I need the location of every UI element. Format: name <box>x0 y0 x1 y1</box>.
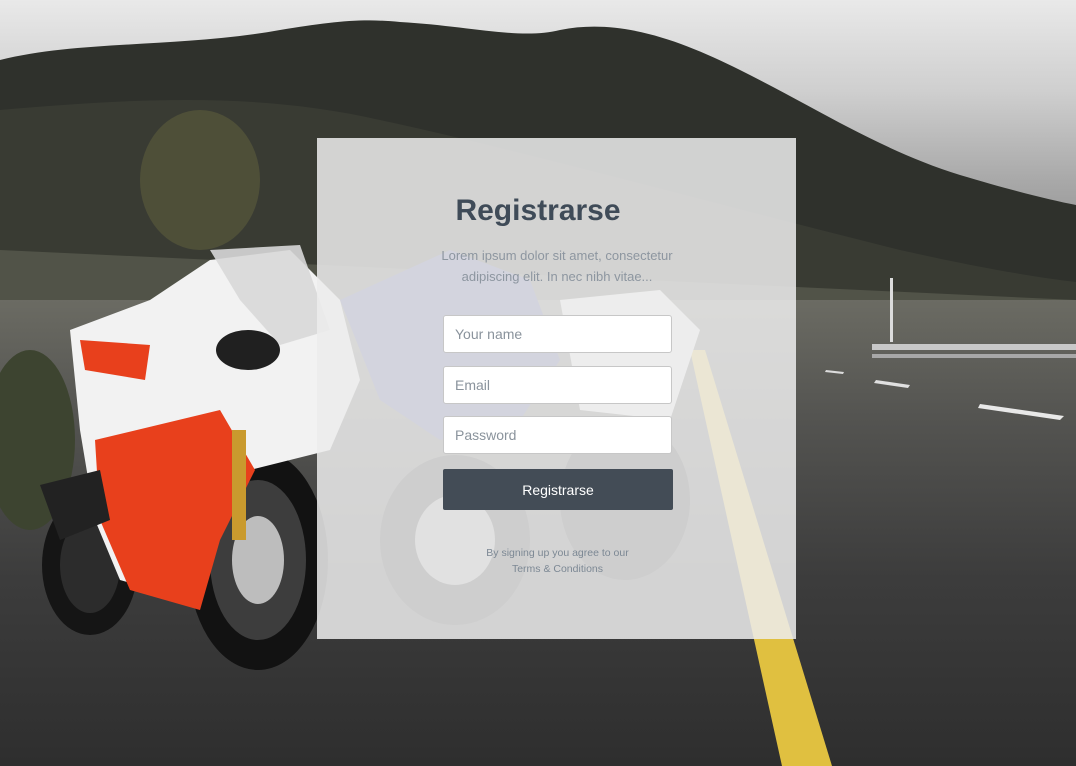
terms-notice: By signing up you agree to our Terms & C… <box>443 545 672 577</box>
road-dash <box>978 404 1064 420</box>
road-dash <box>825 370 844 374</box>
utility-pole <box>890 278 893 342</box>
terms-prefix-text: By signing up you agree to our <box>486 547 629 559</box>
register-button[interactable]: Registrarse <box>443 469 673 510</box>
password-input[interactable] <box>443 416 672 454</box>
road-dash <box>874 380 910 388</box>
form-title: Registrarse <box>455 194 621 227</box>
tree <box>140 110 260 250</box>
name-input[interactable] <box>443 315 672 353</box>
email-input[interactable] <box>443 366 672 404</box>
motorcycle <box>40 245 360 670</box>
terms-link[interactable]: Terms & Conditions <box>443 561 672 577</box>
form-description: Lorem ipsum dolor sit amet, consectetur … <box>441 248 673 284</box>
guard-rail <box>872 344 1076 350</box>
